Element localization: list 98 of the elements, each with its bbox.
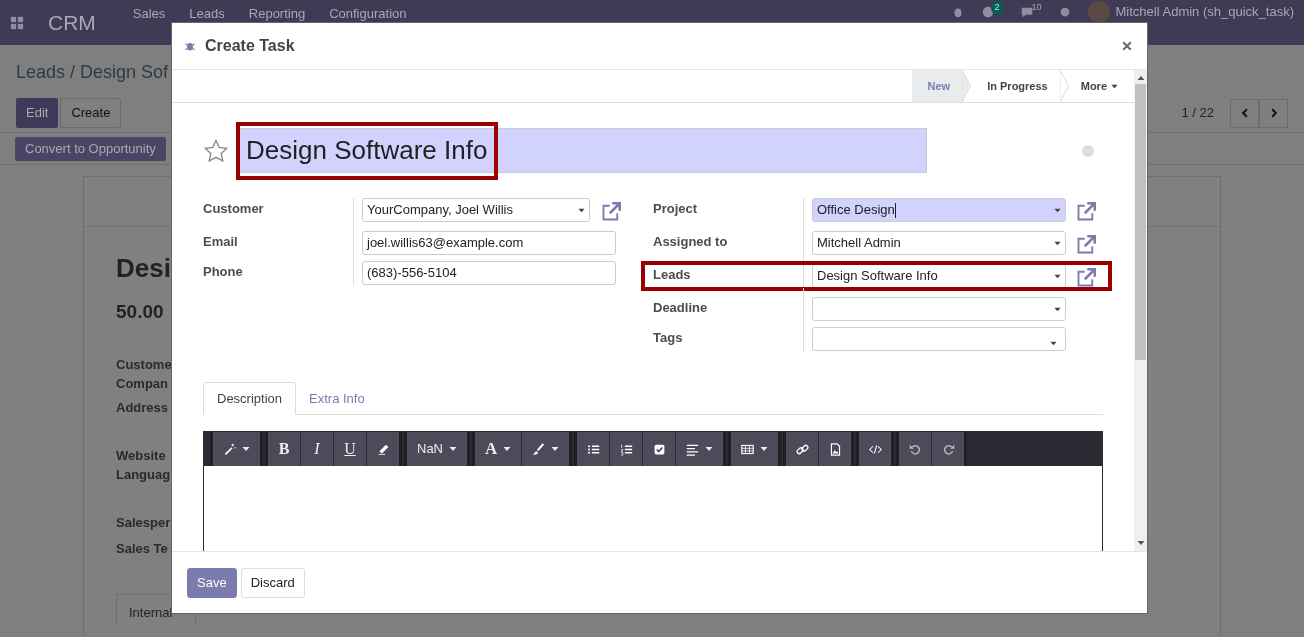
- select-field[interactable]: Office Design: [812, 198, 1066, 222]
- code-icon: [868, 442, 882, 456]
- toolbar-button[interactable]: I: [301, 432, 333, 466]
- field-label: Custome: [116, 355, 172, 374]
- scrollbar-thumb[interactable]: [1135, 84, 1146, 360]
- field-label: Project: [653, 201, 698, 216]
- external-link-icon[interactable]: [601, 202, 621, 222]
- chat-icon: [1019, 5, 1034, 19]
- chevron-left-icon: [1239, 108, 1250, 118]
- more-dropdown[interactable]: More: [1068, 70, 1134, 102]
- select-field[interactable]: Mitchell Admin: [812, 231, 1066, 255]
- link-icon: [795, 442, 809, 456]
- toolbar-button[interactable]: NaN: [407, 432, 467, 466]
- caret-down-icon: [1054, 239, 1061, 247]
- redo-icon: [941, 442, 955, 456]
- pager-prev-button[interactable]: [1230, 98, 1259, 128]
- close-icon: [1122, 41, 1132, 51]
- external-link-icon[interactable]: [1076, 268, 1096, 288]
- notification-count: 10: [1031, 1, 1042, 14]
- avatar-icon: [1087, 1, 1110, 23]
- field-label: Phone: [203, 264, 243, 279]
- toolbar-button[interactable]: [731, 432, 779, 466]
- caret-down-icon: [1054, 272, 1061, 280]
- scrollbar[interactable]: [1134, 70, 1147, 551]
- align-icon: [686, 442, 700, 456]
- image-icon: [828, 442, 842, 456]
- field-label: Sales Te: [116, 539, 168, 558]
- pager-next-button[interactable]: [1259, 98, 1288, 128]
- toolbar-button[interactable]: [859, 432, 892, 466]
- notebook-tab[interactable]: Extra Info: [296, 382, 378, 415]
- toolbar-button[interactable]: [819, 432, 852, 466]
- record-title: Desi: [116, 252, 171, 285]
- caret-down-icon: [1111, 82, 1118, 90]
- task-name-field[interactable]: Design Software Info: [237, 128, 927, 173]
- caret-down-icon: [1054, 305, 1061, 313]
- table-icon: [741, 442, 755, 456]
- apps-grid-icon: [10, 15, 24, 30]
- field-label: Website: [116, 446, 166, 465]
- create-button[interactable]: Create: [60, 98, 122, 128]
- caret-down-icon: [1054, 206, 1061, 214]
- undo-icon: [908, 442, 922, 456]
- menu-item[interactable]: Reporting: [248, 4, 306, 24]
- external-link-icon[interactable]: [1076, 202, 1096, 222]
- field-label: Tags: [653, 330, 683, 345]
- caret-down-icon: [578, 206, 585, 214]
- menu-item[interactable]: Configuration: [329, 4, 407, 24]
- field-label: Deadline: [653, 300, 708, 315]
- star-icon[interactable]: [204, 138, 228, 163]
- toolbar-button[interactable]: [786, 432, 819, 466]
- menu-item[interactable]: Leads: [189, 4, 225, 24]
- app-name: CRM: [48, 9, 96, 36]
- edit-button[interactable]: Edit: [16, 98, 59, 128]
- toolbar-button[interactable]: [676, 432, 724, 466]
- notification-badge: 2: [990, 1, 1004, 15]
- field-label: Languag: [116, 465, 171, 484]
- external-link-icon[interactable]: [1076, 235, 1096, 255]
- caret-down-icon: [1050, 339, 1057, 347]
- field-label: Assigned to: [653, 234, 728, 249]
- user-name[interactable]: Mitchell Admin (sh_quick_task): [1115, 2, 1294, 22]
- select-field[interactable]: YourCompany, Joel Willis: [362, 198, 590, 222]
- numbered-list-icon: [619, 442, 633, 456]
- eraser-icon: [376, 442, 390, 456]
- editor-area[interactable]: B I U NaN A: [203, 431, 1103, 551]
- field-label: Address: [116, 398, 169, 417]
- checkbox-icon: [652, 442, 666, 456]
- toolbar-button[interactable]: [367, 432, 399, 466]
- toolbar-button[interactable]: [577, 432, 610, 466]
- toolbar-button[interactable]: [643, 432, 676, 466]
- scroll-down-icon: [1136, 539, 1145, 547]
- toolbar-button[interactable]: U: [334, 432, 366, 466]
- magic-wand-icon: [223, 442, 236, 456]
- bullet-list-icon: [586, 442, 600, 456]
- text-cursor: [894, 202, 896, 218]
- tags-field[interactable]: [812, 327, 1066, 351]
- field-label: Compan: [116, 374, 168, 393]
- select-field[interactable]: [812, 297, 1066, 321]
- field-label: Leads: [653, 267, 691, 282]
- breadcrumb: Leads / Design Sof: [16, 61, 169, 84]
- input-field[interactable]: joel.willis63@example.com: [362, 231, 616, 255]
- field-label: Salesper: [116, 513, 171, 532]
- toolbar-button[interactable]: B: [268, 432, 300, 466]
- toolbar-button[interactable]: [932, 432, 965, 466]
- input-field[interactable]: (683)-556-5104: [362, 261, 616, 285]
- convert-button[interactable]: Convert to Opportunity: [15, 136, 166, 161]
- brush-icon: [532, 442, 546, 456]
- field-label: Email: [203, 234, 238, 249]
- toolbar-button[interactable]: [610, 432, 643, 466]
- toolbar-button[interactable]: [522, 432, 570, 466]
- notebook-tab[interactable]: Description: [203, 382, 297, 415]
- scroll-up-icon: [1136, 74, 1145, 82]
- save-button[interactable]: Save: [187, 567, 237, 598]
- toolbar-button[interactable]: A: [475, 432, 522, 466]
- field-label: Customer: [203, 201, 264, 216]
- pager: 1 / 22: [1181, 104, 1214, 123]
- menu-item[interactable]: Sales: [132, 4, 166, 24]
- discard-button[interactable]: Discard: [240, 567, 305, 598]
- dialog-title: Create Task: [205, 36, 295, 56]
- record-amount: 50.00: [116, 300, 164, 324]
